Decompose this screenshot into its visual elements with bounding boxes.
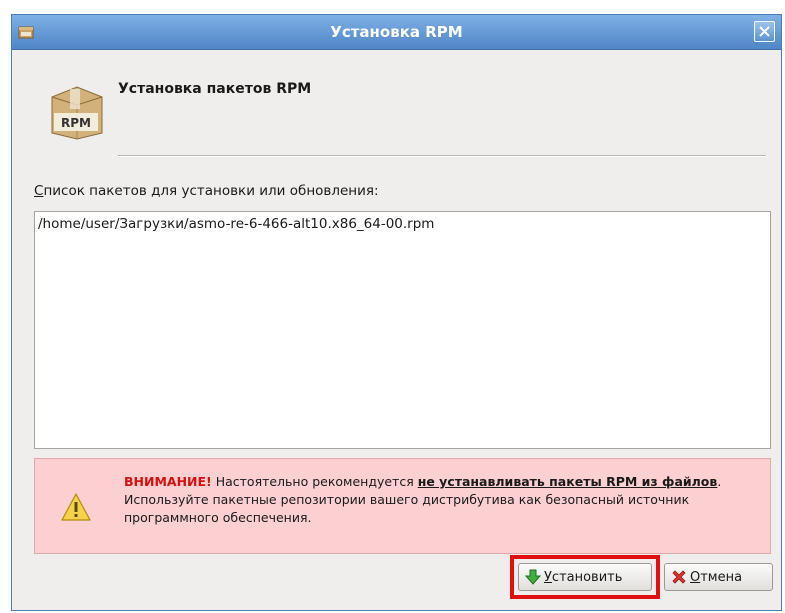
- cancel-x-icon: [672, 570, 686, 584]
- warning-banner: ВНИМАНИЕ! Настоятельно рекомендуется не …: [34, 458, 771, 554]
- warning-emphasis: не устанавливать пакеты RPM из файлов: [417, 474, 718, 489]
- install-label: становить: [551, 569, 623, 585]
- warning-icon: [61, 493, 91, 521]
- window-title: Установка RPM: [330, 23, 463, 41]
- package-list[interactable]: /home/user/Загрузки/asmo-re-6-466-alt10.…: [34, 211, 771, 449]
- title-bar[interactable]: Установка RPM: [12, 15, 781, 50]
- header-separator: [118, 155, 766, 157]
- arrow-down-icon: [525, 569, 541, 585]
- cancel-mnemonic: О: [690, 569, 701, 585]
- label-text: писок пакетов для установки или обновлен…: [43, 183, 379, 199]
- rpm-install-dialog: Установка RPM RPM Установка пакетов RPM …: [11, 14, 782, 611]
- package-list-label: Список пакетов для установки или обновле…: [34, 183, 379, 199]
- warning-label: ВНИМАНИЕ!: [124, 474, 212, 489]
- close-button[interactable]: [754, 21, 775, 42]
- rpm-icon-label: RPM: [61, 116, 91, 130]
- close-icon: [759, 26, 770, 37]
- rpm-package-icon: RPM: [51, 86, 103, 140]
- list-item[interactable]: /home/user/Загрузки/asmo-re-6-466-alt10.…: [38, 216, 434, 232]
- install-button[interactable]: Установить: [518, 563, 652, 591]
- warning-text: ВНИМАНИЕ! Настоятельно рекомендуется не …: [124, 473, 754, 527]
- cancel-button[interactable]: Отмена: [664, 563, 773, 591]
- install-mnemonic: У: [544, 569, 552, 585]
- dialog-heading: Установка пакетов RPM: [118, 81, 312, 97]
- cancel-label: тмена: [700, 569, 743, 585]
- warning-text-part: Настоятельно рекомендуется: [211, 474, 418, 489]
